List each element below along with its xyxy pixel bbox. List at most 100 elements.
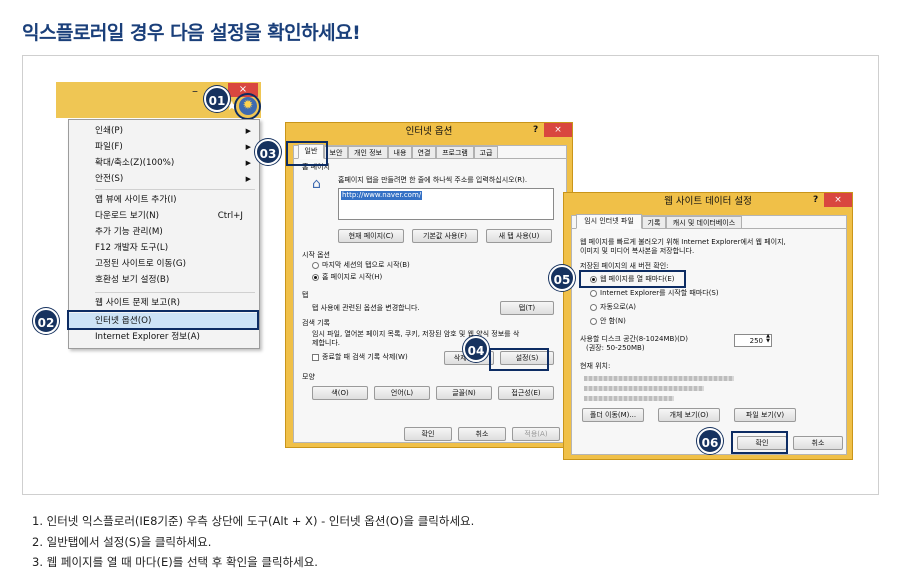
home-desc: 홈페이지 탭을 만들려면 한 줄에 하나씩 주소를 입력하십시오(R). [338, 176, 528, 184]
blurred-path [584, 386, 704, 391]
ok-button-highlight [731, 431, 788, 454]
delete-on-exit-checkbox[interactable] [312, 354, 319, 361]
tab-history[interactable]: 기록 [642, 216, 666, 229]
help-icon[interactable]: ? [813, 195, 818, 205]
chevron-right-icon: ▶ [245, 143, 251, 151]
general-tab-highlight [286, 141, 328, 166]
disk-space-stepper[interactable]: 250 ▲ ▼ [734, 334, 772, 347]
startup-last-session-radio[interactable] [312, 262, 319, 269]
step-badge-04: 04 [463, 336, 489, 362]
dialog-title: 웹 사이트 데이터 설정 [664, 196, 752, 207]
instruction-step-2: 2. 일반탭에서 설정(S)을 클릭하세요. [32, 534, 212, 549]
menu-divider [95, 292, 255, 293]
website-data-dialog: 웹 사이트 데이터 설정 ? × 임시 인터넷 파일 기록 캐시 및 데이터베이… [563, 192, 853, 460]
current-location-label: 현재 위치: [580, 362, 611, 370]
close-button[interactable]: × [824, 193, 852, 207]
menu-item-downloads[interactable]: 다운로드 보기(N) Ctrl+J [69, 208, 259, 224]
tab-cache[interactable]: 캐시 및 데이터베이스 [666, 216, 742, 229]
startup-home-radio[interactable] [312, 274, 319, 281]
history-group-label: 검색 기록 [302, 319, 330, 327]
menu-item-f12[interactable]: F12 개발자 도구(L) [69, 240, 259, 256]
move-folder-button[interactable]: 폴더 이동(M)... [582, 408, 644, 422]
tab-programs[interactable]: 프로그램 [436, 146, 474, 159]
opt2-label: Internet Explorer를 시작할 때마다(S) [600, 289, 719, 297]
use-default-button[interactable]: 기본값 사용(F) [412, 229, 478, 243]
tabs-desc: 탭 사용에 관련된 옵션을 변경합니다. [312, 304, 420, 312]
never-radio[interactable] [590, 318, 597, 325]
appearance-group-label: 모양 [302, 373, 315, 381]
view-files-button[interactable]: 파일 보기(V) [734, 408, 796, 422]
colors-button[interactable]: 색(O) [312, 386, 368, 400]
step-badge-03: 03 [255, 139, 281, 165]
blurred-path [584, 376, 734, 381]
menu-item-addons[interactable]: 추가 기능 관리(M) [69, 224, 259, 240]
web-desc-line2: 이미지 및 미디어 복사본을 저장합니다. [580, 247, 695, 255]
stepper-arrows-icon[interactable]: ▲ ▼ [766, 334, 770, 344]
opt4-label: 안 함(N) [600, 317, 626, 325]
menu-item-add-to-apps[interactable]: 앱 뷰에 사이트 추가(I) [69, 192, 259, 208]
languages-button[interactable]: 언어(L) [374, 386, 430, 400]
tab-temp-files[interactable]: 임시 인터넷 파일 [576, 214, 642, 229]
use-newtab-button[interactable]: 새 탭 사용(U) [486, 229, 552, 243]
chevron-right-icon: ▶ [245, 159, 251, 167]
menu-item-print[interactable]: 인쇄(P) ▶ [69, 123, 259, 139]
internet-options-highlight [67, 310, 259, 330]
tabs-button[interactable]: 탭(T) [500, 301, 554, 315]
blurred-path [584, 396, 674, 401]
menu-item-report[interactable]: 웹 사이트 문제 보고(R) [69, 295, 259, 311]
menu-item-file[interactable]: 파일(F) ▶ [69, 139, 259, 155]
menu-item-compat[interactable]: 호환성 보기 설정(B) [69, 272, 259, 288]
startup-opt2-label: 홈 페이지로 시작(H) [322, 273, 383, 281]
tabs-group-label: 탭 [302, 291, 309, 299]
startup-group-label: 시작 옵션 [302, 251, 330, 259]
help-icon[interactable]: ? [533, 125, 538, 135]
disk-space-value: 250 [749, 337, 763, 345]
step-badge-01: 01 [204, 86, 230, 112]
menu-item-about[interactable]: Internet Explorer 정보(A) [69, 329, 259, 345]
menu-item-safety[interactable]: 안전(S) ▶ [69, 171, 259, 187]
menu-divider [95, 189, 255, 190]
instruction-list: 1. 인터넷 익스플로러(IE8기준) 우측 상단에 도구(Alt + X) -… [32, 511, 474, 573]
minimize-button[interactable]: – [192, 84, 198, 98]
use-current-button[interactable]: 현재 페이지(C) [338, 229, 404, 243]
cancel-button[interactable]: 취소 [793, 436, 843, 450]
tab-privacy[interactable]: 개인 정보 [348, 146, 388, 159]
fonts-button[interactable]: 글꼴(N) [436, 386, 492, 400]
gear-highlight [234, 93, 261, 120]
tab-connections[interactable]: 연결 [412, 146, 436, 159]
settings-button-highlight [489, 348, 549, 371]
apply-button[interactable]: 적용(A) [512, 427, 560, 441]
home-url-text: http://www.naver.com/ [341, 191, 423, 200]
chevron-right-icon: ▶ [245, 175, 251, 183]
startup-opt1-label: 마지막 세션의 탭으로 시작(B) [322, 261, 410, 269]
ok-button[interactable]: 확인 [404, 427, 452, 441]
view-objects-button[interactable]: 개체 보기(O) [658, 408, 720, 422]
every-visit-highlight [579, 270, 686, 288]
delete-on-exit-label: 종료할 때 검색 기록 삭제(W) [322, 353, 408, 361]
history-desc-line1: 임시 파일, 열어본 페이지 목록, 쿠키, 저장된 암호 및 웹 양식 정보를… [312, 330, 520, 338]
accessibility-button[interactable]: 접근성(E) [498, 386, 554, 400]
instruction-step-1: 1. 인터넷 익스플로러(IE8기준) 우측 상단에 도구(Alt + X) -… [32, 514, 475, 528]
disk-space-label: 사용할 디스크 공간(8-1024MB)(D) [580, 335, 688, 343]
history-desc-line2: 제합니다. [312, 339, 340, 347]
chevron-right-icon: ▶ [245, 127, 251, 135]
every-start-radio[interactable] [590, 290, 597, 297]
house-icon: ⌂ [312, 176, 321, 192]
instruction-step-3: 3. 웹 페이지를 열 때 마다(E)를 선택 후 확인을 클릭하세요. [32, 555, 318, 569]
internet-options-dialog: 인터넷 옵션 ? × 일반 보안 개인 정보 내용 연결 프로그램 고급 홈 페… [285, 122, 573, 448]
tab-content[interactable]: 내용 [388, 146, 412, 159]
menu-item-zoom[interactable]: 확대/축소(Z)(100%) ▶ [69, 155, 259, 171]
page-title: 익스플로러일 경우 다음 설정을 확인하세요! [22, 22, 361, 44]
dialog-body: 임시 인터넷 파일 기록 캐시 및 데이터베이스 웹 페이지를 빠르게 불러오기… [571, 214, 847, 455]
tab-advanced[interactable]: 고급 [474, 146, 498, 159]
home-url-input[interactable]: http://www.naver.com/ [338, 188, 554, 220]
menu-item-pinned[interactable]: 고정된 사이트로 이동(G) [69, 256, 259, 272]
close-button[interactable]: × [544, 123, 572, 137]
step-badge-02: 02 [33, 308, 59, 334]
step-badge-06: 06 [697, 428, 723, 454]
dialog-body: 일반 보안 개인 정보 내용 연결 프로그램 고급 홈 페이지 ⌂ 홈페이지 탭… [293, 144, 567, 443]
automatic-radio[interactable] [590, 304, 597, 311]
dialog-title: 인터넷 옵션 [405, 126, 453, 137]
cancel-button[interactable]: 취소 [458, 427, 506, 441]
opt3-label: 자동으로(A) [600, 303, 637, 311]
